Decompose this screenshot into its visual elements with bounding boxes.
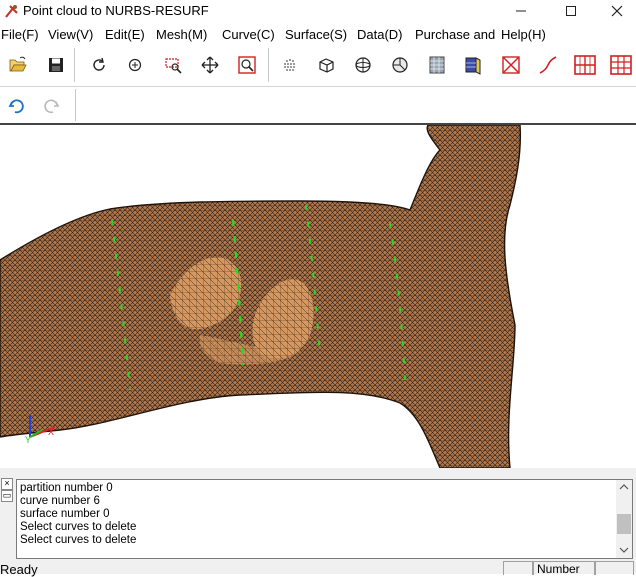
- output-panel: × ▭ partition number 0 curve number 6 su…: [0, 468, 636, 560]
- point-cloud-icon: [284, 59, 295, 71]
- fit-view-icon: [238, 56, 256, 74]
- redo-button[interactable]: [39, 93, 65, 119]
- app-logo-icon: [5, 5, 18, 18]
- scroll-thumb[interactable]: [617, 514, 631, 534]
- surface-object-button[interactable]: [460, 52, 486, 78]
- grid-icon: [610, 55, 632, 75]
- mesh-model: X Y: [0, 125, 522, 468]
- rotate-icon: [93, 57, 105, 71]
- minimize-icon: [516, 10, 526, 12]
- pan-button[interactable]: [197, 52, 223, 78]
- grid-partition-button[interactable]: [572, 52, 598, 78]
- delete-curve-icon: [502, 56, 520, 74]
- menu-mesh[interactable]: Mesh(M): [156, 27, 207, 42]
- grid-partition-icon: [574, 55, 596, 75]
- close-button[interactable]: [594, 0, 636, 22]
- log-line: partition number 0: [20, 482, 113, 494]
- main-toolbar: [0, 44, 636, 87]
- shaded-view-button[interactable]: [387, 52, 413, 78]
- zoom-center-button[interactable]: [122, 52, 148, 78]
- minimize-button[interactable]: [498, 0, 544, 22]
- close-icon: [611, 5, 623, 17]
- menu-view[interactable]: View(V): [48, 27, 93, 42]
- log-scrollbar[interactable]: [616, 479, 633, 559]
- cube-wire-icon: [319, 58, 334, 73]
- scroll-up-icon[interactable]: [619, 483, 629, 491]
- pan-icon: [201, 56, 219, 74]
- status-text: Ready: [0, 562, 38, 577]
- toolbar-separator: [74, 48, 76, 82]
- rotate-button[interactable]: [86, 52, 112, 78]
- menu-file[interactable]: File(F): [1, 27, 39, 42]
- window-title: Point cloud to NURBS-RESURF: [23, 3, 209, 18]
- sphere-icon: [355, 57, 371, 73]
- draw-curve-button[interactable]: [535, 52, 561, 78]
- zoom-center-icon: [128, 58, 142, 72]
- output-log[interactable]: partition number 0 curve number 6 surfac…: [16, 479, 618, 559]
- delete-curve-button[interactable]: [498, 52, 524, 78]
- sphere-view-button[interactable]: [350, 52, 376, 78]
- zoom-region-icon: [165, 58, 182, 74]
- status-panel: [503, 561, 533, 575]
- surface-object-icon: [465, 57, 481, 75]
- axis-label-y: Y: [25, 435, 31, 445]
- fit-view-button[interactable]: [234, 52, 260, 78]
- open-button[interactable]: [5, 52, 31, 78]
- grid-button[interactable]: [608, 52, 634, 78]
- status-number: Number: [533, 561, 596, 576]
- secondary-toolbar: [0, 87, 636, 123]
- scan-object-button[interactable]: [424, 52, 450, 78]
- open-folder-icon: [9, 56, 27, 72]
- panel-pin-button[interactable]: ▭: [1, 490, 13, 502]
- axis-label-x: X: [48, 427, 54, 437]
- shaded-sphere-icon: [392, 57, 408, 73]
- menu-data[interactable]: Data(D): [357, 27, 403, 42]
- log-line: Select curves to delete: [20, 534, 137, 546]
- undo-button[interactable]: [3, 93, 29, 119]
- maximize-button[interactable]: [548, 0, 594, 22]
- menu-surface[interactable]: Surface(S): [285, 27, 347, 42]
- menu-edit[interactable]: Edit(E): [105, 27, 145, 42]
- log-line: curve number 6: [20, 495, 100, 507]
- status-bar: Ready Number: [0, 560, 636, 577]
- maximize-icon: [566, 6, 576, 16]
- 3d-viewport[interactable]: X Y: [0, 125, 636, 468]
- undo-icon: [8, 99, 24, 114]
- toolbar-separator: [268, 48, 270, 82]
- mesh-body: [0, 125, 522, 468]
- save-button[interactable]: [43, 52, 69, 78]
- log-line: Select curves to delete: [20, 521, 137, 533]
- menu-curve[interactable]: Curve(C): [222, 27, 275, 42]
- toolbar-separator: [75, 89, 77, 121]
- zoom-region-button[interactable]: [160, 52, 186, 78]
- log-line: surface number 0: [20, 508, 110, 520]
- menu-bar: File(F) View(V) Edit(E) Mesh(M) Curve(C)…: [0, 24, 636, 44]
- status-panel: [594, 561, 634, 575]
- panel-close-button[interactable]: ×: [1, 478, 13, 490]
- wireframe-box-button[interactable]: [313, 52, 339, 78]
- redo-icon: [44, 99, 60, 114]
- point-cloud-button[interactable]: [277, 52, 303, 78]
- title-bar: Point cloud to NURBS-RESURF: [0, 0, 636, 22]
- draw-curve-icon: [539, 56, 557, 74]
- scan-object-icon: [429, 56, 445, 74]
- menu-help[interactable]: Help(H): [501, 27, 546, 42]
- menu-purchase[interactable]: Purchase and: [415, 27, 495, 42]
- scroll-down-icon[interactable]: [619, 546, 629, 554]
- save-disk-icon: [49, 58, 63, 72]
